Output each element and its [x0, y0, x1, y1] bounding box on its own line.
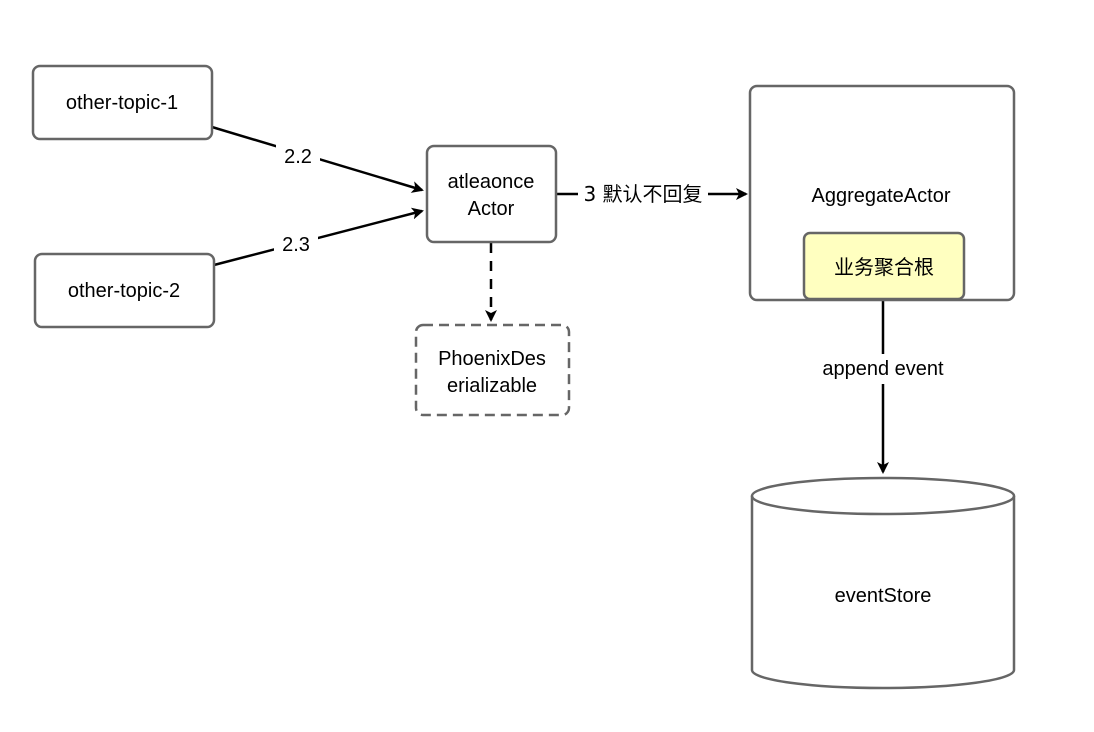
edge-label-2-2: 2.2 — [284, 146, 312, 168]
diagram-canvas: 2.2 2.3 3 默认不回复 append event other-topic… — [31, 64, 1016, 690]
edge-actor-to-aggregate: 3 默认不回复 — [557, 180, 748, 208]
edge-topic1-to-actor: 2.2 — [211, 125, 424, 193]
node-label: other-topic-1 — [66, 92, 178, 114]
edge-label-3-no-reply: 3 默认不回复 — [583, 182, 702, 206]
node-label-line2: Actor — [468, 198, 515, 220]
node-label-line2: erializable — [447, 375, 537, 397]
node-label-line1: PhoenixDes — [438, 348, 546, 370]
edge-label-append-event: append event — [822, 358, 944, 380]
node-label: 业务聚合根 — [834, 255, 934, 279]
node-label: eventStore — [835, 585, 932, 607]
edge-topic2-to-actor: 2.3 — [213, 207, 424, 267]
node-label: other-topic-2 — [68, 280, 180, 302]
node-label-line1: atleaonce — [448, 171, 535, 193]
node-label: AggregateActor — [812, 185, 951, 207]
edge-label-2-3: 2.3 — [282, 234, 310, 256]
node-event-store: eventStore — [750, 476, 1016, 690]
node-business-aggregate-root: 业务聚合根 — [802, 231, 966, 301]
node-atleaonce-actor: atleaonce Actor — [425, 144, 558, 244]
node-other-topic-2: other-topic-2 — [33, 252, 216, 329]
node-phoenix-deserializable: PhoenixDes erializable — [414, 323, 571, 417]
node-other-topic-1: other-topic-1 — [31, 64, 214, 141]
edge-aggregate-to-store: append event — [806, 301, 960, 474]
